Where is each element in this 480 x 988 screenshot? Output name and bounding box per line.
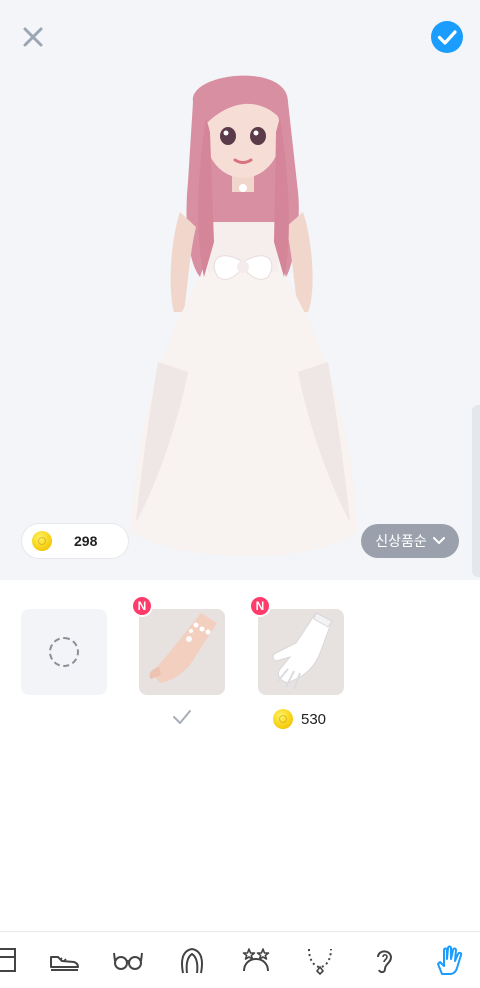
- item-price: 530: [273, 709, 326, 729]
- close-button[interactable]: [16, 20, 50, 54]
- hand-icon: [437, 945, 463, 975]
- coin-count: 298: [74, 533, 98, 549]
- avatar-preview: 298 신상품순: [0, 0, 480, 580]
- avatar-figure: [130, 75, 358, 557]
- coin-icon: [273, 709, 293, 729]
- headband-icon: [242, 948, 270, 972]
- sort-dropdown[interactable]: 신상품순: [361, 524, 459, 558]
- tab-clothes[interactable]: [0, 942, 22, 978]
- new-badge: N: [249, 595, 271, 617]
- tab-earring[interactable]: [366, 942, 402, 978]
- new-badge: N: [131, 595, 153, 617]
- clothing-icon: [0, 948, 16, 972]
- tab-glasses[interactable]: [110, 942, 146, 978]
- dashed-circle-icon: [49, 637, 79, 667]
- side-drawer-handle[interactable]: [472, 405, 480, 577]
- owned-check-icon: [173, 710, 191, 724]
- tab-necklace[interactable]: [302, 942, 338, 978]
- tab-gloves[interactable]: [430, 942, 466, 978]
- chevron-down-icon: [432, 537, 445, 544]
- category-tabbar: [0, 931, 480, 988]
- tab-headwear[interactable]: [238, 942, 274, 978]
- coin-icon: [32, 531, 52, 551]
- item-none[interactable]: [21, 609, 107, 695]
- coin-balance[interactable]: 298: [22, 524, 128, 558]
- necklace-icon: [308, 948, 332, 975]
- glasses-icon: [113, 952, 143, 970]
- bracelet-hand-icon: [149, 613, 217, 683]
- price-value: 530: [301, 710, 327, 728]
- sort-label: 신상품순: [375, 533, 427, 549]
- confirm-button[interactable]: [430, 20, 464, 54]
- close-icon: [23, 27, 43, 47]
- tab-shoes[interactable]: [46, 942, 82, 978]
- check-circle-icon: [431, 21, 463, 53]
- item-bracelet[interactable]: [139, 609, 225, 695]
- tab-hair[interactable]: [174, 942, 210, 978]
- shoe-icon: [50, 956, 79, 971]
- item-white-gloves[interactable]: [258, 609, 344, 695]
- glove-icon: [272, 612, 333, 690]
- hair-icon: [181, 947, 203, 974]
- ear-icon: [377, 950, 393, 974]
